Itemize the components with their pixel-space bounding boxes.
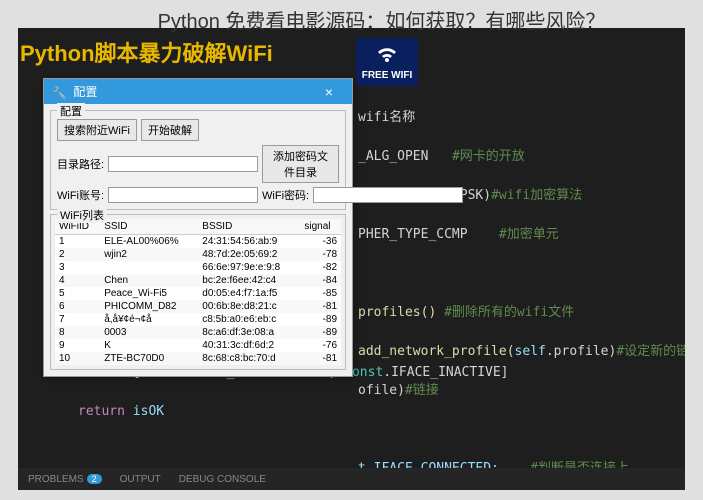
wifi-list-group: WiFi列表 WiFiID SSID BSSID signal 1ELE-AL0… (50, 214, 346, 370)
password-label: WiFi密码: (262, 187, 309, 203)
dialog-titlebar[interactable]: 🔧 配置 × (44, 79, 352, 104)
table-row[interactable]: 5Peace_Wi-Fi5d0:05:e4:f7:1a:f5-85 (55, 287, 341, 300)
wifi-table[interactable]: WiFiID SSID BSSID signal 1ELE-AL00%06%24… (55, 219, 341, 365)
cell-signal: -89 (300, 326, 341, 339)
table-row[interactable]: 7å,å¥¢é¬¢åc8:5b:a0:e6:eb:c-89 (55, 313, 341, 326)
cell-bssid: 00:6b:8e:d8:21:c (198, 300, 300, 313)
config-group: 配置 搜索附近WiFi 开始破解 目录路径: 添加密码文件目录 WiFi账号: … (50, 110, 346, 210)
col-ssid[interactable]: SSID (100, 219, 198, 235)
cell-id: 9 (55, 339, 100, 352)
cell-id: 1 (55, 235, 100, 249)
cell-bssid: 66:6e:97:9e:e:9:8 (198, 261, 300, 274)
cell-signal: -84 (300, 274, 341, 287)
account-input[interactable] (108, 187, 258, 203)
cell-ssid: wjin2 (100, 248, 198, 261)
tab-output[interactable]: OUTPUT (120, 474, 161, 485)
dir-input[interactable] (108, 156, 258, 172)
cell-signal: -36 (300, 235, 341, 249)
cell-id: 10 (55, 352, 100, 365)
table-row[interactable]: 6PHICOMM_D8200:6b:8e:d8:21:c-81 (55, 300, 341, 313)
table-row[interactable]: 2wjin248:7d:2e:05:69:2-78 (55, 248, 341, 261)
wifi-badge-text: FREE WIFI (362, 70, 413, 81)
wifi-crack-dialog: 🔧 配置 × 配置 搜索附近WiFi 开始破解 目录路径: 添加密码文件目录 W… (43, 78, 353, 377)
cell-bssid: bc:2e:f6ee:42:c4 (198, 274, 300, 287)
dialog-title: 配置 (73, 85, 97, 99)
search-wifi-button[interactable]: 搜索附近WiFi (57, 119, 137, 141)
cell-ssid: 0003 (100, 326, 198, 339)
cell-id: 4 (55, 274, 100, 287)
cell-ssid: å,å¥¢é¬¢å (100, 313, 198, 326)
video-title: Python脚本暴力破解WiFi (20, 36, 273, 68)
cell-signal: -85 (300, 287, 341, 300)
cell-id: 8 (55, 326, 100, 339)
cell-signal: -78 (300, 248, 341, 261)
cell-id: 6 (55, 300, 100, 313)
start-crack-button[interactable]: 开始破解 (141, 119, 199, 141)
account-label: WiFi账号: (57, 187, 104, 203)
tab-debug-console[interactable]: DEBUG CONSOLE (179, 474, 266, 485)
table-row[interactable]: 1ELE-AL00%06%24:31:54:56:ab:9-36 (55, 235, 341, 249)
wifi-icon (373, 44, 401, 68)
cell-ssid: Peace_Wi-Fi5 (100, 287, 198, 300)
cell-ssid: K (100, 339, 198, 352)
cell-bssid: 40:31:3c:df:6d:2 (198, 339, 300, 352)
cell-signal: -76 (300, 339, 341, 352)
article-title: Python 免费看电影源码：如何获取？有哪些风险？ (80, 5, 683, 34)
app-icon: 🔧 (52, 86, 66, 100)
col-bssid[interactable]: BSSID (198, 219, 300, 235)
cell-ssid: ZTE-BC70D0 (100, 352, 198, 365)
table-row[interactable]: 3 66:6e:97:9e:e:9:8-82 (55, 261, 341, 274)
cell-bssid: 24:31:54:56:ab:9 (198, 235, 300, 249)
cell-signal: -89 (300, 313, 341, 326)
cell-signal: -81 (300, 300, 341, 313)
cell-ssid: ELE-AL00%06% (100, 235, 198, 249)
col-signal[interactable]: signal (300, 219, 341, 235)
config-legend: 配置 (57, 103, 85, 119)
cell-signal: -81 (300, 352, 341, 365)
cell-id: 5 (55, 287, 100, 300)
dir-label: 目录路径: (57, 156, 104, 172)
cell-id: 2 (55, 248, 100, 261)
cell-bssid: c8:5b:a0:e6:eb:c (198, 313, 300, 326)
table-row[interactable]: 9K40:31:3c:df:6d:2-76 (55, 339, 341, 352)
cell-id: 3 (55, 261, 100, 274)
bottom-panel-tabs: PROBLEMS2 OUTPUT DEBUG CONSOLE (18, 468, 685, 490)
cell-bssid: d0:05:e4:f7:1a:f5 (198, 287, 300, 300)
cell-bssid: 8c:a6:df:3e:08:a (198, 326, 300, 339)
problems-badge: 2 (87, 474, 102, 484)
cell-ssid: PHICOMM_D82 (100, 300, 198, 313)
add-dir-button[interactable]: 添加密码文件目录 (262, 145, 339, 183)
table-row[interactable]: 4Chenbc:2e:f6ee:42:c4-84 (55, 274, 341, 287)
cell-id: 7 (55, 313, 100, 326)
screenshot-image: Python脚本暴力破解WiFi FREE WIFI 🔧 配置 × 配置 搜索附… (18, 28, 685, 490)
cell-bssid: 8c:68:c8:bc:70:d (198, 352, 300, 365)
cell-signal: -82 (300, 261, 341, 274)
table-row[interactable]: 800038c:a6:df:3e:08:a-89 (55, 326, 341, 339)
cell-bssid: 48:7d:2e:05:69:2 (198, 248, 300, 261)
cell-ssid: Chen (100, 274, 198, 287)
free-wifi-badge: FREE WIFI (356, 38, 418, 86)
password-input[interactable] (313, 187, 463, 203)
list-legend: WiFi列表 (57, 207, 107, 223)
cell-ssid (100, 261, 198, 274)
tab-problems[interactable]: PROBLEMS2 (28, 474, 102, 485)
close-button[interactable]: × (314, 84, 344, 100)
table-row[interactable]: 10ZTE-BC70D08c:68:c8:bc:70:d-81 (55, 352, 341, 365)
